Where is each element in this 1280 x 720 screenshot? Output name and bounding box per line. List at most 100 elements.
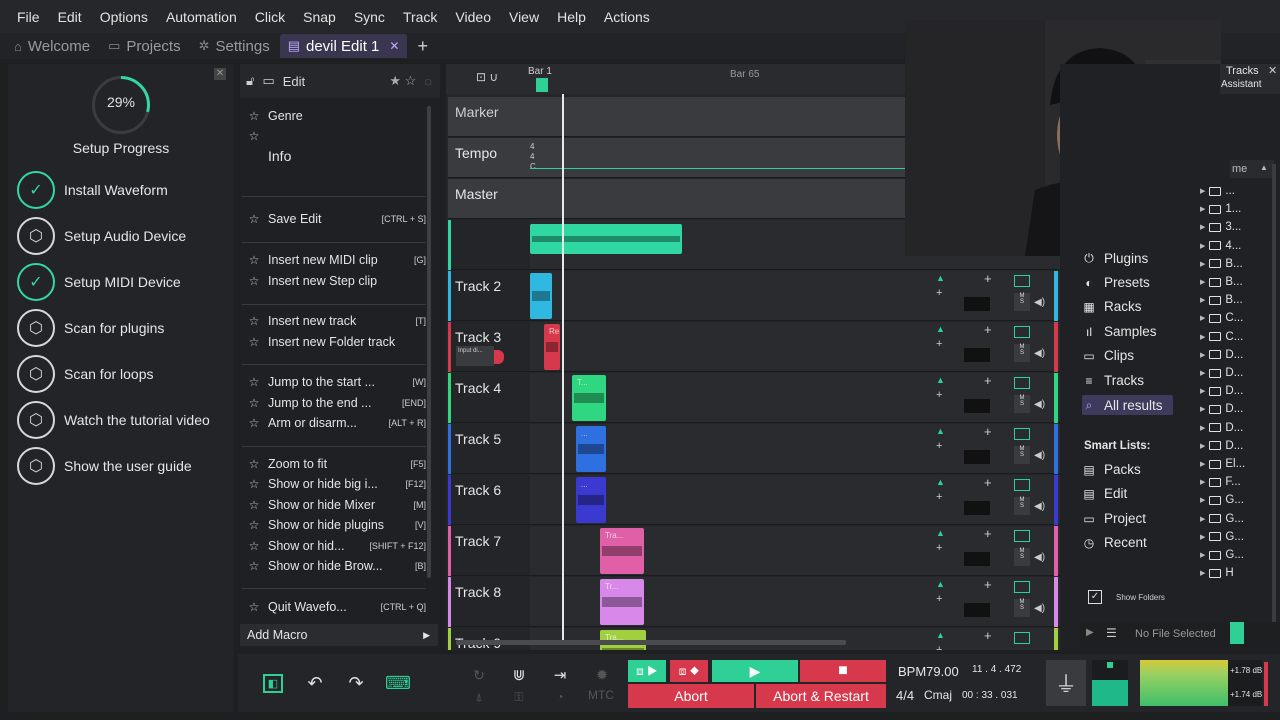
audio-clip[interactable]: Tr... <box>600 579 644 625</box>
track-row[interactable]: Track 3 Re Input di... ▲ + + M S ◀) <box>448 322 1060 372</box>
folder-row[interactable]: ▶ 1... <box>1200 200 1241 218</box>
audio-clip[interactable]: ... <box>576 477 606 523</box>
folder-row[interactable]: ▶ G... <box>1200 546 1244 564</box>
menu-click[interactable]: Click <box>246 9 294 25</box>
expand-icon[interactable]: ▶ <box>1200 478 1205 486</box>
browser-samples[interactable]: ıl Samples <box>1082 324 1157 339</box>
abort-restart-button[interactable]: Abort & Restart <box>756 684 886 708</box>
audio-clip[interactable] <box>530 224 682 254</box>
step-tutorial[interactable]: ⬡ Watch the tutorial video <box>17 400 210 440</box>
folder-row[interactable]: ▶ B... <box>1200 291 1243 309</box>
folder-row[interactable]: ▶ H <box>1200 564 1234 582</box>
bpm-display[interactable]: BPM79.00 <box>898 664 959 679</box>
folder-row[interactable]: ▶ D... <box>1200 364 1243 382</box>
expand-icon[interactable]: ▶ <box>1200 496 1205 504</box>
expand-icon[interactable]: ▶ <box>1200 569 1205 577</box>
folder-row[interactable]: ▶ D... <box>1200 382 1243 400</box>
info-field[interactable]: Info <box>240 146 426 166</box>
folder-row[interactable]: ▶ C... <box>1200 309 1243 327</box>
command-item[interactable]: ☆ Insert new track [T] <box>240 312 426 330</box>
plugin-slot-icon[interactable] <box>1014 632 1030 644</box>
close-icon[interactable]: ✕ <box>1268 64 1277 77</box>
mute-solo-button[interactable]: MS <box>1014 599 1030 617</box>
star-icon[interactable]: ☆ <box>240 109 268 123</box>
audio-clip[interactable]: Tra... <box>600 528 644 574</box>
mute-solo-button[interactable]: MS <box>1014 446 1030 464</box>
menu-video[interactable]: Video <box>446 9 500 25</box>
add-plugin-icon[interactable]: + <box>936 491 942 503</box>
star-icon[interactable]: ☆ <box>240 314 268 328</box>
time-display[interactable]: 00 : 33 . 031 <box>962 690 1018 701</box>
speaker-icon[interactable]: ◀) <box>1034 501 1045 512</box>
automation-icon[interactable]: ▲ <box>936 273 945 283</box>
mute-solo-button[interactable]: MS <box>1014 344 1030 362</box>
undo-icon[interactable]: ↶ <box>300 668 330 698</box>
command-item[interactable]: ☆ Insert new Folder track <box>240 333 426 351</box>
add-macro-button[interactable]: Add Macro ▶ <box>240 624 438 646</box>
star-icon[interactable]: ☆ <box>240 600 268 614</box>
expand-icon[interactable]: ▶ <box>1200 424 1205 432</box>
smart-recent[interactable]: ◷ Recent <box>1082 535 1147 550</box>
mute-solo-button[interactable]: MS <box>1014 497 1030 515</box>
command-item[interactable]: ☆ Jump to the start ... [W] <box>240 373 426 391</box>
loop-marker[interactable] <box>536 78 548 92</box>
menu-view[interactable]: View <box>500 9 548 25</box>
expand-icon[interactable]: ▶ <box>1200 296 1205 304</box>
scrollbar[interactable] <box>1272 164 1276 624</box>
scrollbar[interactable] <box>427 106 431 578</box>
midi-icon[interactable]: ✹ <box>587 660 617 690</box>
menu-actions[interactable]: Actions <box>595 9 659 25</box>
expand-icon[interactable]: ▶ <box>1200 333 1205 341</box>
playhead[interactable] <box>562 94 564 640</box>
track-row[interactable]: Track 2 ▲ + + M S ◀) <box>448 271 1060 321</box>
name-column-header[interactable]: me ▲ <box>1230 160 1274 178</box>
command-item[interactable]: ☆ Show or hide Mixer [M] <box>240 496 426 514</box>
add-plugin-icon[interactable]: + <box>936 644 942 650</box>
auto-punch-button[interactable]: ⧈ ◆ <box>670 660 708 682</box>
automation-icon[interactable]: ▲ <box>936 375 945 385</box>
lock-icon[interactable]: ⚿ <box>504 682 534 712</box>
command-item[interactable]: ☆ Show or hide Brow... [B] <box>240 557 426 575</box>
expand-icon[interactable]: ▶ <box>1200 515 1205 523</box>
lock-icon[interactable]: 🔓︎ <box>246 73 254 89</box>
auto-record-button[interactable]: ⧈ ▶ <box>628 660 666 682</box>
folder-row[interactable]: ▶ D... <box>1200 419 1243 437</box>
star-icon[interactable]: ☆ <box>240 253 268 267</box>
add-plugin-icon[interactable]: + <box>936 287 942 299</box>
star-icon[interactable]: ☆ <box>240 477 268 491</box>
speaker-icon[interactable]: ◀) <box>1034 603 1045 614</box>
track-row[interactable]: Track 5... ▲ + + M S ◀) <box>448 424 1060 474</box>
input-device[interactable]: Input di... <box>456 346 494 366</box>
add-icon[interactable]: + <box>984 373 992 388</box>
expand-icon[interactable]: ▶ <box>1200 242 1205 250</box>
expand-icon[interactable]: ▶ <box>1200 351 1205 359</box>
mute-solo-button[interactable]: MS <box>1014 395 1030 413</box>
add-icon[interactable]: + <box>984 628 992 643</box>
plugin-slot-icon[interactable] <box>1014 275 1030 287</box>
keyboard-icon[interactable]: ⌨ <box>383 668 413 698</box>
list-icon[interactable]: ☰ <box>1106 626 1117 640</box>
tab-settings[interactable]: ✲ Settings <box>191 34 278 58</box>
command-item[interactable]: ☆ Show or hide plugins [V] <box>240 516 426 534</box>
expand-icon[interactable]: ▶ <box>1200 369 1205 377</box>
browser-presets[interactable]: ◐ Presets <box>1082 275 1149 290</box>
add-icon[interactable]: + <box>984 577 992 592</box>
add-plugin-icon[interactable]: + <box>936 593 942 605</box>
expand-icon[interactable]: ▶ <box>1200 187 1205 195</box>
speaker-icon[interactable]: ◀) <box>1034 450 1045 461</box>
browser-clips[interactable]: ▭ Clips <box>1082 348 1134 363</box>
star-icon[interactable]: ☆ <box>240 396 268 410</box>
mute-solo-button[interactable]: MS <box>1014 293 1030 311</box>
folder-row[interactable]: ▶ D... <box>1200 346 1243 364</box>
speaker-icon[interactable]: ◀) <box>1034 552 1045 563</box>
menu-file[interactable]: File <box>8 9 49 25</box>
step-loops[interactable]: ⬡ Scan for loops <box>17 354 154 394</box>
star-icon[interactable]: ★ ☆ <box>389 73 416 89</box>
fader-handle[interactable] <box>1107 662 1113 668</box>
menu-track[interactable]: Track <box>394 9 446 25</box>
folder-row[interactable]: ▶... <box>1200 182 1235 200</box>
info-star[interactable]: ☆ <box>240 128 426 144</box>
abort-button[interactable]: Abort <box>628 684 754 708</box>
plugin-slot-icon[interactable] <box>1014 479 1030 491</box>
audio-clip[interactable]: T... <box>572 375 606 421</box>
